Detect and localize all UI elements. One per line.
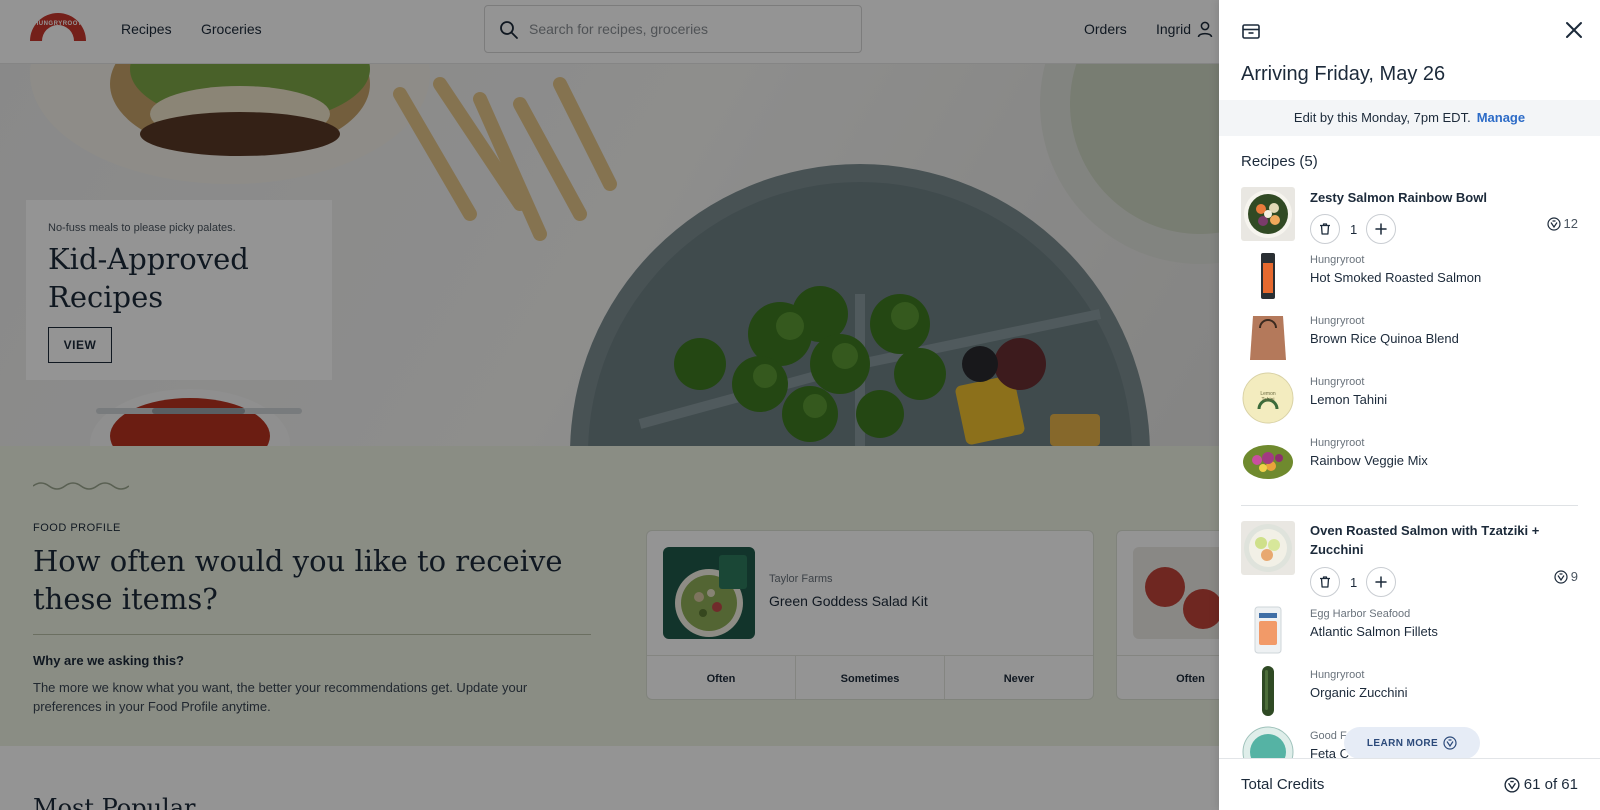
trash-icon (1320, 223, 1330, 235)
learn-more-button[interactable]: LEARN MORE (1344, 727, 1480, 759)
delivery-box-icon (1242, 24, 1260, 39)
ingredient-image (1241, 664, 1295, 718)
recipes-heading: Recipes (5) (1241, 153, 1318, 170)
remove-recipe-button[interactable] (1310, 214, 1340, 244)
ingredient-brand: Good F (1310, 730, 1347, 742)
total-credits-footer: Total Credits 61 of 61 (1219, 758, 1600, 810)
remove-recipe-button[interactable] (1310, 567, 1340, 597)
manage-link[interactable]: Manage (1477, 110, 1525, 125)
ingredient-name[interactable]: Hot Smoked Roasted Salmon (1310, 270, 1481, 285)
modal-backdrop[interactable] (0, 0, 1219, 810)
total-credits-label: Total Credits (1241, 776, 1325, 793)
recipe-quantity: 1 (1350, 222, 1358, 237)
recipe-thumbnail[interactable] (1241, 521, 1295, 575)
ingredient-name[interactable]: Rainbow Veggie Mix (1310, 453, 1428, 468)
credit-icon (1546, 216, 1561, 231)
recipe-credits-value: 12 (1563, 216, 1578, 231)
plus-icon (1375, 223, 1387, 235)
credit-icon (1554, 569, 1568, 584)
arrival-date: Arriving Friday, May 26 (1241, 63, 1446, 85)
recipe-title[interactable]: Oven Roasted Salmon with Tzatziki + Zucc… (1310, 521, 1546, 559)
increase-quantity-button[interactable] (1366, 567, 1396, 597)
ingredient-name[interactable]: Brown Rice Quinoa Blend (1310, 331, 1459, 346)
recipe-title[interactable]: Zesty Salmon Rainbow Bowl (1310, 188, 1546, 207)
ingredient-brand: Hungryroot (1310, 315, 1365, 327)
ingredient-image: Lemon Tahini (1241, 371, 1295, 425)
recipe-credits-value: 9 (1570, 569, 1578, 584)
total-credits-value: 61 of 61 (1523, 776, 1578, 793)
ingredient-name[interactable]: Lemon Tahini (1310, 392, 1387, 407)
ingredient-image (1241, 432, 1295, 486)
recipe-thumbnail[interactable] (1241, 187, 1295, 241)
ingredient-brand: Hungryroot (1310, 437, 1365, 449)
order-drawer: Arriving Friday, May 26 Edit by this Mon… (1219, 0, 1600, 810)
credit-icon (1504, 776, 1520, 793)
recipe-credits: 12 (1546, 216, 1578, 231)
plus-icon (1375, 576, 1387, 588)
ingredient-image (1241, 310, 1295, 364)
total-credits: 61 of 61 (1504, 776, 1578, 793)
ingredient-brand: Hungryroot (1310, 376, 1365, 388)
recipe-divider (1241, 505, 1578, 506)
learn-more-label: LEARN MORE (1366, 737, 1439, 749)
recipe-credits: 9 (1554, 569, 1578, 584)
increase-quantity-button[interactable] (1366, 214, 1396, 244)
ingredient-brand: Hungryroot (1310, 669, 1365, 681)
svg-text:Tahini: Tahini (1261, 397, 1274, 403)
trash-icon (1320, 576, 1330, 588)
ingredient-image (1241, 249, 1295, 303)
ingredient-name[interactable]: Organic Zucchini (1310, 685, 1408, 700)
close-icon[interactable] (1563, 19, 1585, 41)
ingredient-brand: Hungryroot (1310, 254, 1365, 266)
credit-icon (1443, 736, 1457, 750)
ingredient-brand: Egg Harbor Seafood (1310, 608, 1411, 620)
edit-deadline-text: Edit by this Monday, 7pm EDT. (1293, 110, 1471, 125)
ingredient-name[interactable]: Atlantic Salmon Fillets (1310, 624, 1438, 639)
edit-deadline-bar: Edit by this Monday, 7pm EDT. Manage (1219, 100, 1600, 136)
ingredient-image (1241, 603, 1295, 657)
recipe-quantity: 1 (1350, 575, 1358, 590)
